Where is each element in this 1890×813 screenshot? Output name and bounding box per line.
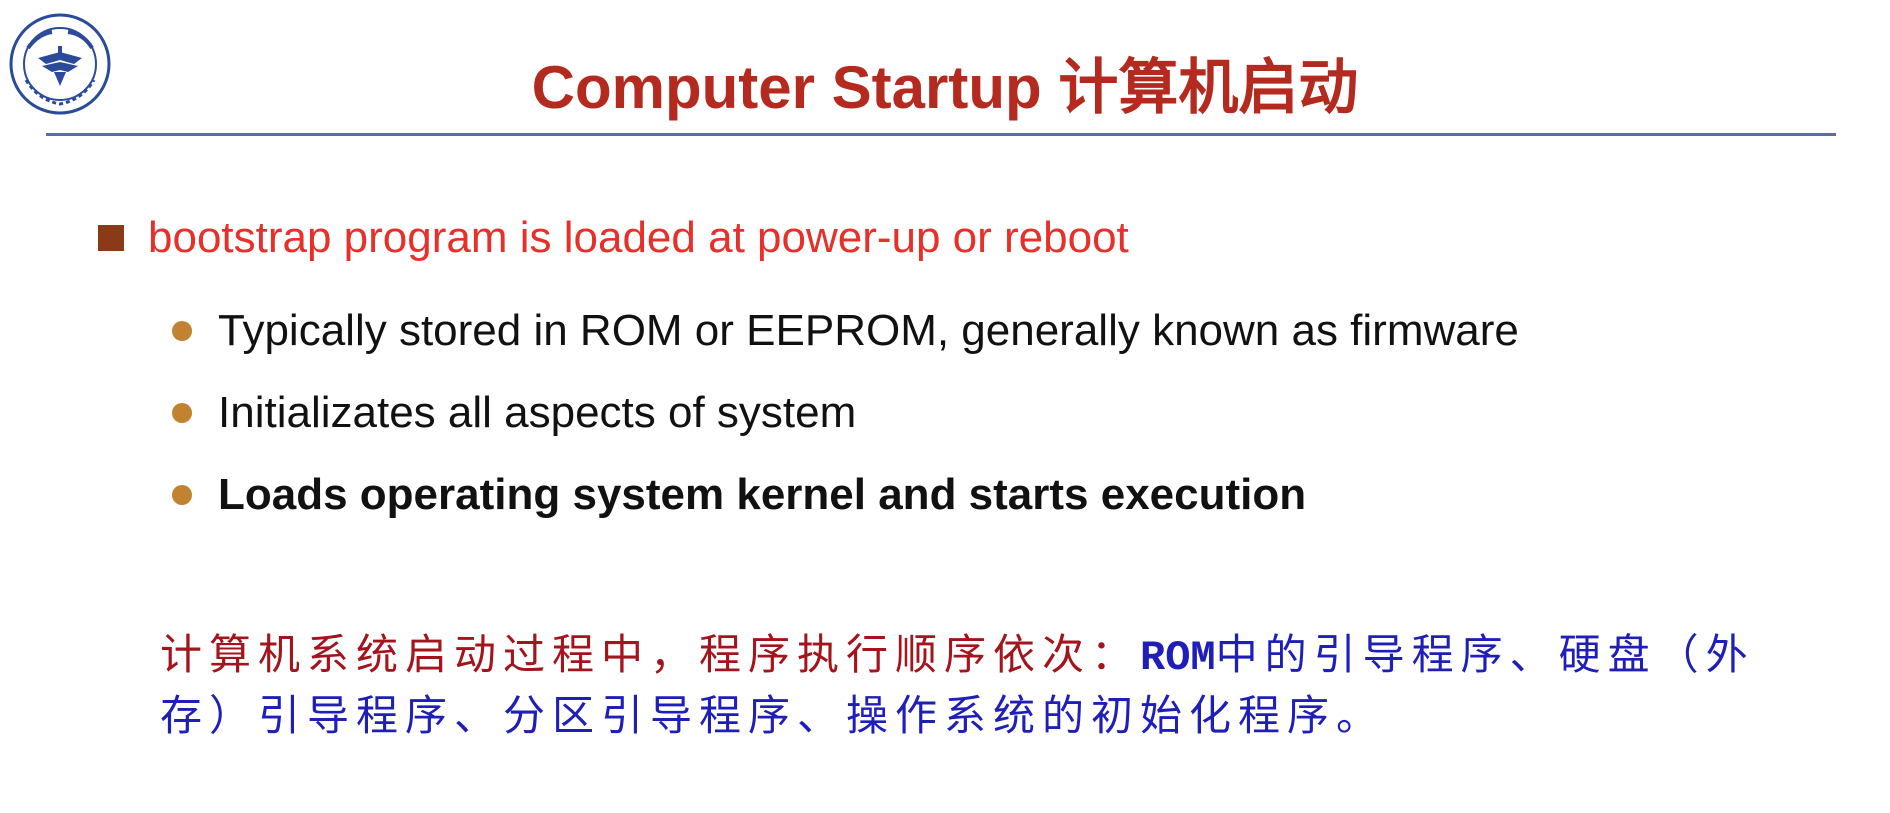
sub-bullet-text: Initializates all aspects of system xyxy=(218,388,857,437)
slide-title: Computer Startup 计算机启动 xyxy=(531,54,1359,121)
title-divider xyxy=(46,133,1836,136)
dot-bullet-icon xyxy=(172,403,192,423)
note-red-text: 计算机系统启动过程中，程序执行顺序依次： xyxy=(160,630,1141,679)
square-bullet-icon xyxy=(98,225,124,251)
dot-bullet-icon xyxy=(172,321,192,341)
sub-bullet: Typically stored in ROM or EEPROM, gener… xyxy=(172,290,1519,372)
sub-bullet: Initializates all aspects of system xyxy=(172,372,1519,454)
main-bullet: bootstrap program is loaded at power-up … xyxy=(98,210,1129,266)
chinese-note: 计算机系统启动过程中，程序执行顺序依次：ROM中的引导程序、硬盘（外存）引导程序… xyxy=(160,626,1820,745)
dot-bullet-icon xyxy=(172,485,192,505)
sub-bullet-text: Loads operating system kernel and starts… xyxy=(218,470,1307,519)
sub-bullet-list: Typically stored in ROM or EEPROM, gener… xyxy=(172,290,1519,536)
main-bullet-text: bootstrap program is loaded at power-up … xyxy=(148,213,1129,262)
sub-bullet-text: Typically stored in ROM or EEPROM, gener… xyxy=(218,306,1519,355)
note-rom-text: ROM xyxy=(1140,634,1216,682)
sub-bullet: Loads operating system kernel and starts… xyxy=(172,454,1519,536)
